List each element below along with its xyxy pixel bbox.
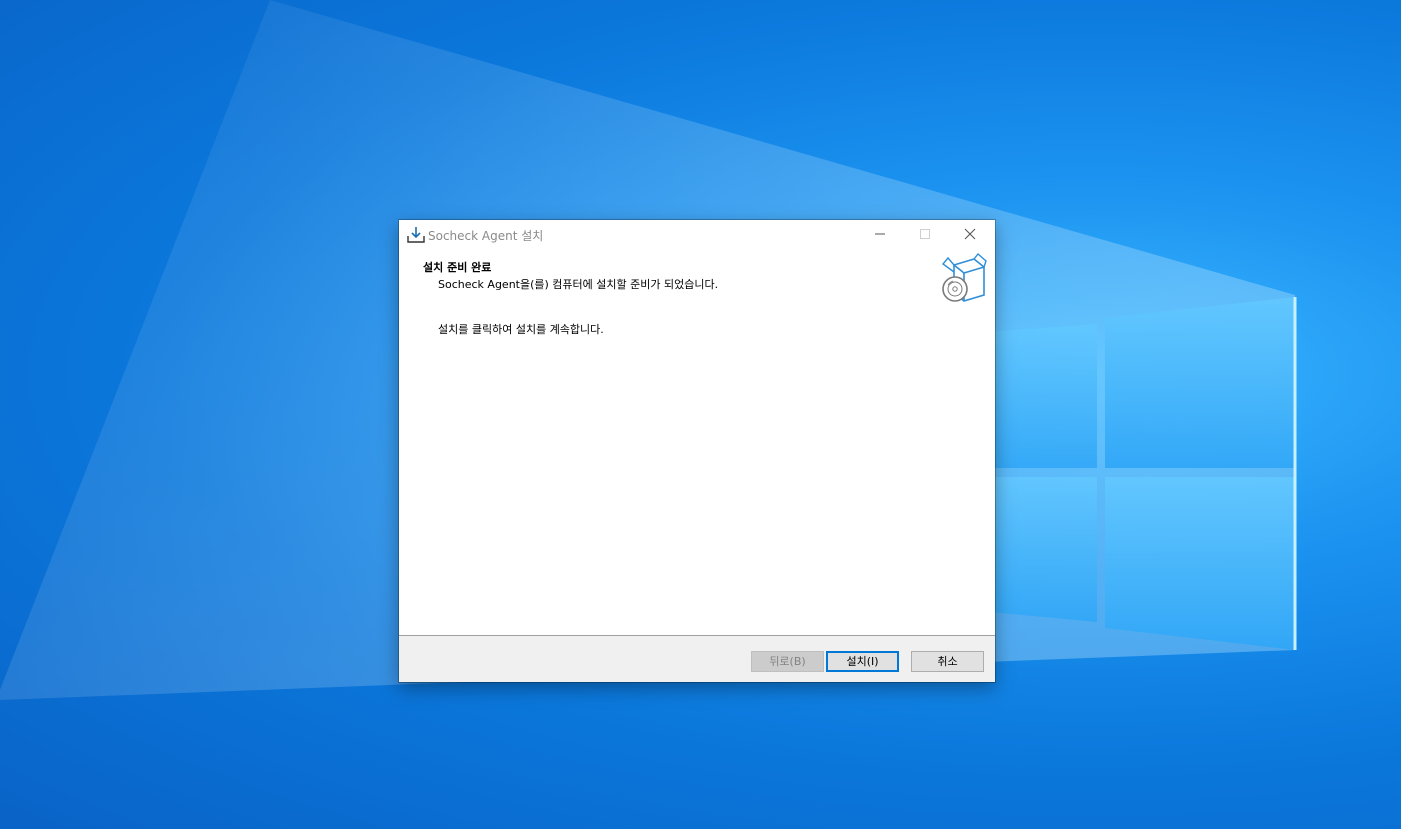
close-button[interactable] xyxy=(948,220,993,248)
installer-dialog: Socheck Agent 설치 설치 준비 완료 Socheck Agent을… xyxy=(399,220,995,682)
title-bar[interactable]: Socheck Agent 설치 xyxy=(399,220,995,248)
desktop: Socheck Agent 설치 설치 준비 완료 Socheck Agent을… xyxy=(0,0,1401,829)
minimize-icon xyxy=(875,233,885,235)
back-button: 뒤로(B) xyxy=(751,651,824,672)
cancel-button[interactable]: 취소 xyxy=(911,651,984,672)
button-bar: 뒤로(B) 설치(I) 취소 xyxy=(399,635,995,682)
install-button[interactable]: 설치(I) xyxy=(826,651,899,672)
maximize-button xyxy=(903,220,948,248)
install-download-icon xyxy=(407,227,425,243)
minimize-button[interactable] xyxy=(858,220,903,248)
software-box-disc-icon xyxy=(941,253,987,302)
instruction-text: 설치를 클릭하여 설치를 계속합니다. xyxy=(438,323,604,336)
close-icon xyxy=(964,228,976,240)
page-subtitle: Socheck Agent을(를) 컴퓨터에 설치할 준비가 되었습니다. xyxy=(438,278,719,291)
window-title: Socheck Agent 설치 xyxy=(428,229,544,243)
maximize-icon xyxy=(920,229,930,239)
page-title: 설치 준비 완료 xyxy=(423,261,492,274)
